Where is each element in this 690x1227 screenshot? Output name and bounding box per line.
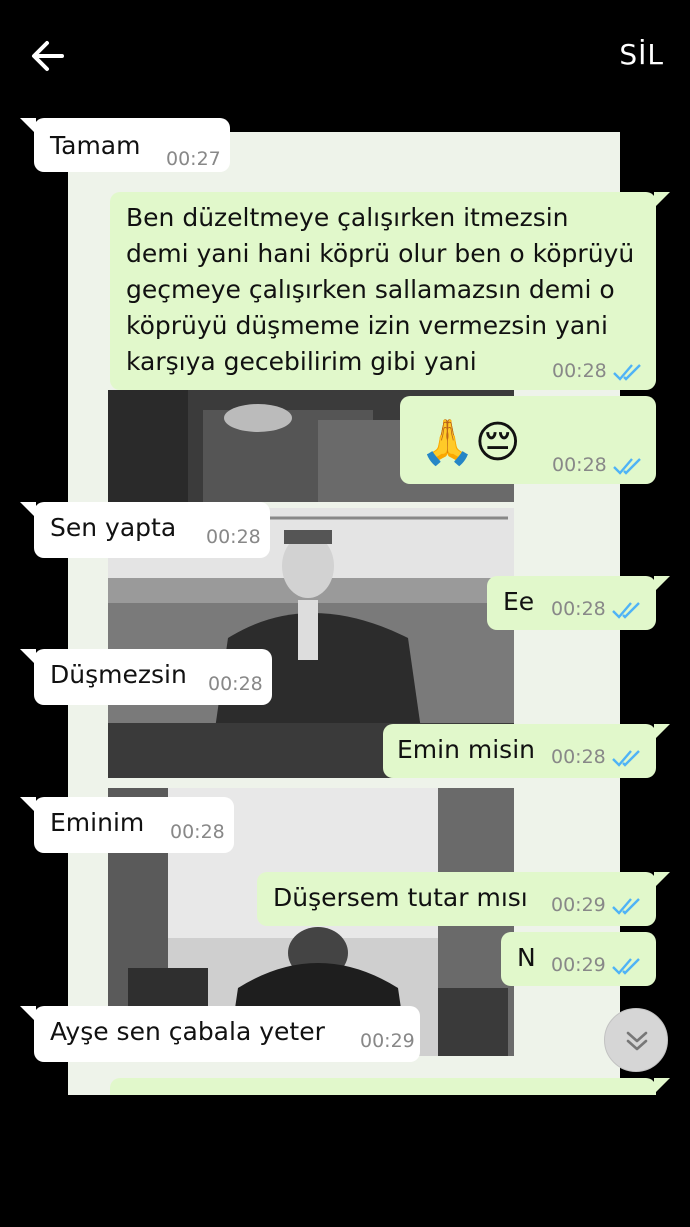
message-outgoing[interactable]: Ben düzeltmeye çalışırken itmezsin demi … <box>110 192 670 390</box>
message-text: Emin misin <box>397 735 536 764</box>
message-time: 00:28 <box>552 454 607 476</box>
top-bar: SİL <box>0 0 690 110</box>
message-outgoing[interactable]: Düşersem tutar mısı 00:29 <box>257 872 670 926</box>
message-time: 00:27 <box>166 148 221 170</box>
arrow-left-icon <box>32 41 64 71</box>
double-chevron-down-icon <box>626 1031 648 1051</box>
message-emoji: 🙏😔 <box>420 417 521 468</box>
message-text: Tamam <box>50 131 141 160</box>
message-time: 00:29 <box>551 894 606 916</box>
message-line: demi yani hani köprü olur ben o köprüyü <box>126 239 635 268</box>
message-time: 00:28 <box>170 821 225 843</box>
message-text: Ee <box>503 587 535 616</box>
message-incoming[interactable]: Sen yapta 00:28 <box>20 502 270 558</box>
message-line: Ben düzeltmeye çalışırken itmezsin <box>126 203 569 232</box>
message-text: Ayşe sen çabala yeter <box>50 1017 325 1046</box>
read-ticks-icon <box>613 364 641 381</box>
message-time: 00:28 <box>551 598 606 620</box>
delete-button[interactable]: SİL <box>619 38 664 71</box>
message-text: Eminim <box>50 808 145 837</box>
message-incoming[interactable]: Eminim 00:28 <box>20 797 234 853</box>
message-text: Düşmezsin <box>50 660 187 689</box>
scroll-to-bottom-button[interactable] <box>604 1008 668 1072</box>
message-outgoing[interactable]: N 00:29 <box>501 932 656 986</box>
message-incoming[interactable]: Düşmezsin 00:28 <box>20 649 272 705</box>
read-ticks-icon <box>612 958 640 975</box>
message-time: 00:28 <box>552 360 607 382</box>
image-viewer: Tamam 00:27 Ben düzeltmeye çalışırken it… <box>0 110 690 1095</box>
read-ticks-icon <box>613 458 641 475</box>
message-outgoing[interactable]: 🙏😔 00:28 <box>400 396 656 484</box>
read-ticks-icon <box>612 898 640 915</box>
message-time: 00:29 <box>360 1030 415 1052</box>
message-time: 00:28 <box>208 673 263 695</box>
message-text: Sen yapta <box>50 513 177 542</box>
message-time: 00:28 <box>206 526 261 548</box>
read-ticks-icon <box>612 602 640 619</box>
bottom-area <box>0 1095 690 1227</box>
message-line: köprüyü düşmeme izin vermezsin yani <box>126 311 608 340</box>
message-outgoing[interactable]: Ee 00:28 <box>487 576 670 630</box>
message-time: 00:29 <box>551 954 606 976</box>
message-incoming[interactable]: Ayşe sen çabala yeter 00:29 <box>20 1006 420 1062</box>
message-text: Düşersem tutar mısı <box>273 883 528 912</box>
message-time: 00:28 <box>551 746 606 768</box>
back-button[interactable] <box>26 34 70 78</box>
read-ticks-icon <box>612 750 640 767</box>
message-outgoing-partial <box>110 1078 670 1095</box>
message-text: Ben düzeltmeye çalışırken itmezsin demi … <box>126 200 646 380</box>
message-incoming[interactable]: Tamam 00:27 <box>20 118 230 172</box>
message-line: geçmeye çalışırken sallamazsın demi o <box>126 275 615 304</box>
message-outgoing[interactable]: Emin misin 00:28 <box>383 724 670 778</box>
message-text: N <box>517 943 536 972</box>
